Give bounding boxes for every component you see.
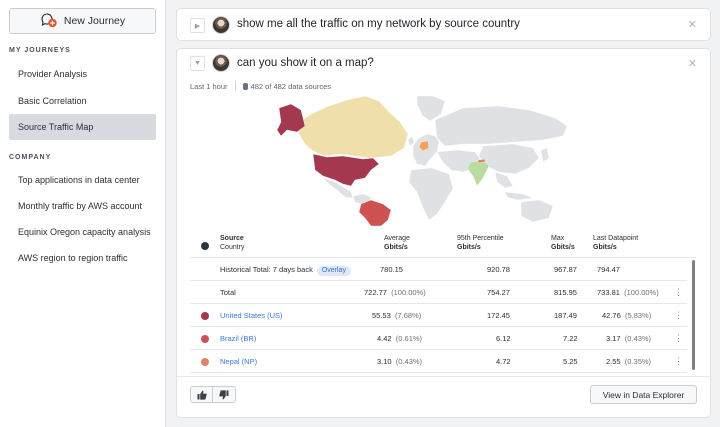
table-body: Historical Total: 7 days back Overlay 780… bbox=[190, 257, 696, 373]
map-country-united-kingdom bbox=[407, 135, 415, 147]
kebab-menu-icon[interactable]: ⋮ bbox=[674, 304, 683, 327]
country-link-us[interactable]: United States (US) bbox=[220, 304, 283, 327]
footer-divider bbox=[177, 376, 710, 377]
row-95th: 6.12 bbox=[496, 334, 511, 343]
total-last: 733.81 (100.00%) bbox=[597, 288, 659, 297]
legend-dot-header bbox=[201, 242, 209, 250]
table-header: Source Country Average Gbits/s 95th Perc… bbox=[190, 235, 700, 257]
map-country-australia bbox=[520, 199, 554, 223]
row-average: 4.42 (0.61%) bbox=[377, 334, 423, 343]
my-journeys-heading: MY JOURNEYS bbox=[9, 47, 71, 54]
historical-row: Historical Total: 7 days back Overlay 780… bbox=[190, 258, 687, 281]
thumbs-up-button[interactable] bbox=[190, 386, 213, 403]
map-country-canada bbox=[296, 96, 409, 159]
map-region-east-asia bbox=[478, 143, 540, 175]
map-country-united-states bbox=[312, 153, 380, 187]
table-row: Nepal (NP) 3.10 (0.43%) 4.72 5.25 2.55 (… bbox=[190, 350, 687, 373]
table-scrollbar[interactable] bbox=[691, 258, 696, 373]
time-range[interactable]: Last 1 hour bbox=[190, 82, 228, 91]
map-region-southeast-asia bbox=[494, 171, 514, 189]
kebab-menu-icon[interactable]: ⋮ bbox=[674, 281, 683, 304]
header-source[interactable]: Source Country bbox=[220, 235, 245, 252]
journey-provider-analysis[interactable]: Provider Analysis bbox=[9, 61, 156, 87]
map-region-indonesia bbox=[504, 191, 534, 201]
company-top-applications[interactable]: Top applications in data center bbox=[9, 167, 156, 193]
thumbs-up-icon bbox=[197, 390, 207, 400]
row-average: 55.53 (7.68%) bbox=[372, 311, 422, 320]
total-95th: 754.27 bbox=[487, 288, 510, 297]
journey-source-traffic-map[interactable]: Source Traffic Map bbox=[9, 114, 156, 140]
map-country-india bbox=[466, 159, 490, 187]
table-row: United States (US) 55.53 (7.68%) 172.45 … bbox=[190, 304, 687, 327]
query-text[interactable]: show me all the traffic on my network by… bbox=[237, 18, 520, 30]
total-max: 815.95 bbox=[554, 288, 577, 297]
map-country-greenland bbox=[416, 96, 446, 122]
new-journey-icon bbox=[40, 13, 58, 29]
view-in-data-explorer-button[interactable]: View in Data Explorer bbox=[590, 385, 697, 404]
thumbs-down-button[interactable] bbox=[213, 386, 236, 403]
company-equinix-oregon[interactable]: Equinix Oregon capacity analysis bbox=[9, 219, 156, 245]
country-color-dot bbox=[201, 334, 209, 343]
query-text[interactable]: can you show it on a map? bbox=[237, 57, 374, 69]
historical-average: 780.15 bbox=[380, 265, 403, 274]
row-max: 7.22 bbox=[563, 334, 578, 343]
row-average: 3.10 (0.43%) bbox=[377, 357, 423, 366]
query-card-collapsed: ▶ show me all the traffic on my network … bbox=[176, 8, 711, 41]
data-sources-count[interactable]: 482 of 482 data sources bbox=[251, 82, 331, 91]
sidebar: New Journey MY JOURNEYS Provider Analysi… bbox=[0, 0, 166, 427]
total-row: Total 722.77 (100.00%) 754.27 815.95 733… bbox=[190, 281, 687, 304]
historical-label: Historical Total: 7 days back Overlay bbox=[220, 258, 351, 281]
kebab-menu-icon[interactable]: ⋮ bbox=[674, 350, 683, 373]
new-journey-button[interactable]: New Journey bbox=[9, 8, 156, 34]
new-journey-label: New Journey bbox=[63, 15, 126, 27]
header-average[interactable]: Average Gbits/s bbox=[384, 235, 410, 252]
map-region-africa bbox=[408, 167, 454, 221]
map-region-europe bbox=[412, 133, 440, 167]
row-last: 2.55 (0.35%) bbox=[606, 357, 652, 366]
close-icon[interactable]: ✕ bbox=[688, 57, 697, 70]
journey-basic-correlation[interactable]: Basic Correlation bbox=[9, 88, 156, 114]
world-traffic-map[interactable] bbox=[267, 96, 567, 226]
close-icon[interactable]: ✕ bbox=[688, 18, 697, 31]
company-aws-region-traffic[interactable]: AWS region to region traffic bbox=[9, 245, 156, 271]
row-max: 187.49 bbox=[554, 311, 577, 320]
result-meta: Last 1 hour 482 of 482 data sources bbox=[190, 81, 331, 91]
map-country-japan bbox=[540, 147, 550, 163]
row-last: 3.17 (0.43%) bbox=[606, 334, 652, 343]
table-row: Brazil (BR) 4.42 (0.61%) 6.12 7.22 3.17 … bbox=[190, 327, 687, 350]
row-max: 5.25 bbox=[563, 357, 578, 366]
total-label: Total bbox=[220, 288, 236, 297]
chevron-down-icon[interactable]: ▼ bbox=[190, 56, 205, 71]
database-icon bbox=[242, 82, 248, 90]
historical-95th: 920.78 bbox=[487, 265, 510, 274]
user-avatar bbox=[212, 16, 230, 34]
total-average: 722.77 (100.00%) bbox=[364, 288, 426, 297]
country-color-dot bbox=[201, 311, 209, 320]
overlay-badge[interactable]: Overlay bbox=[316, 266, 351, 276]
user-avatar bbox=[212, 54, 230, 72]
header-max[interactable]: Max Gbits/s bbox=[551, 235, 575, 252]
row-95th: 172.45 bbox=[487, 311, 510, 320]
meta-divider bbox=[234, 81, 236, 91]
kebab-menu-icon[interactable]: ⋮ bbox=[674, 327, 683, 350]
map-country-brazil bbox=[358, 199, 392, 226]
country-link-br[interactable]: Brazil (BR) bbox=[220, 327, 256, 350]
query-card-expanded: ▼ can you show it on a map? ✕ Last 1 hou… bbox=[176, 48, 711, 418]
historical-last: 794.47 bbox=[597, 265, 620, 274]
row-95th: 4.72 bbox=[496, 357, 511, 366]
row-last: 42.76 (5.83%) bbox=[602, 311, 652, 320]
country-link-np[interactable]: Nepal (NP) bbox=[220, 350, 257, 373]
company-monthly-aws-traffic[interactable]: Monthly traffic by AWS account bbox=[9, 193, 156, 219]
map-country-russia bbox=[434, 105, 567, 147]
thumbs-down-icon bbox=[219, 389, 229, 399]
chevron-right-icon[interactable]: ▶ bbox=[190, 18, 205, 33]
company-heading: COMPANY bbox=[9, 154, 52, 161]
country-color-dot bbox=[201, 357, 209, 366]
header-95th-percentile[interactable]: 95th Percentile Gbits/s bbox=[457, 235, 504, 252]
historical-max: 967.87 bbox=[554, 265, 577, 274]
header-last-datapoint[interactable]: Last Datapoint Gbits/s bbox=[593, 235, 638, 252]
scrollbar-thumb[interactable] bbox=[692, 260, 695, 370]
